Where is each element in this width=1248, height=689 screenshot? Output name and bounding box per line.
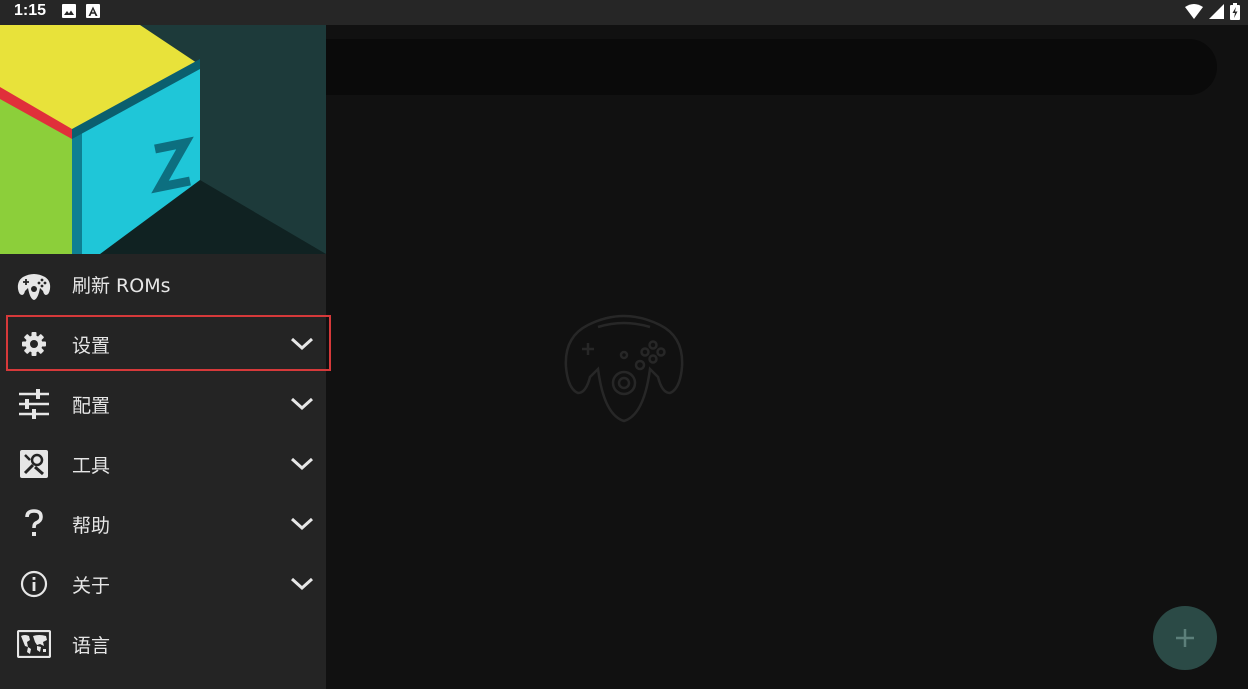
- menu-label: 配置: [72, 394, 111, 417]
- menu-item-profiles[interactable]: 配置: [0, 374, 326, 434]
- n64-controller-icon: [564, 314, 684, 423]
- menu-item-about[interactable]: 关于: [0, 554, 326, 614]
- wifi-icon: [1185, 4, 1203, 19]
- image-icon: [62, 4, 76, 18]
- selection-highlight: [6, 315, 331, 371]
- menu-item-tools[interactable]: 工具: [0, 434, 326, 494]
- menu-label: 帮助: [72, 514, 111, 537]
- chevron-down-icon[interactable]: [288, 450, 316, 478]
- menu-label: 刷新 ROMs: [72, 274, 171, 297]
- question-icon: [17, 507, 51, 541]
- mupen64plus-cube-logo: [0, 25, 326, 254]
- navigation-drawer: 刷新 ROMs 设置 配置 工具 帮助 关于 语言: [0, 25, 331, 689]
- menu-item-help[interactable]: 帮助: [0, 494, 326, 554]
- menu-label: 工具: [72, 454, 111, 477]
- a-badge-icon: [86, 4, 100, 18]
- tools-icon: [17, 447, 51, 481]
- chevron-down-icon[interactable]: [288, 510, 316, 538]
- search-bar[interactable]: [250, 39, 1217, 95]
- plus-icon: [1176, 629, 1194, 647]
- menu-label: 语言: [72, 634, 111, 657]
- status-bar: 1:15: [0, 0, 1248, 25]
- world-map-icon: [17, 627, 51, 661]
- menu-label: 关于: [72, 574, 111, 597]
- drawer-header: [0, 25, 326, 254]
- info-icon: [17, 567, 51, 601]
- chevron-down-icon[interactable]: [288, 570, 316, 598]
- menu-item-language[interactable]: 语言: [0, 614, 326, 674]
- controller-icon: [17, 267, 51, 301]
- battery-icon: [1230, 3, 1240, 20]
- add-fab-button[interactable]: [1153, 606, 1217, 670]
- chevron-down-icon[interactable]: [288, 390, 316, 418]
- status-time: 1:15: [14, 2, 47, 19]
- signal-icon: [1209, 4, 1224, 19]
- sliders-icon: [17, 387, 51, 421]
- menu-item-refresh-roms[interactable]: 刷新 ROMs: [0, 254, 326, 314]
